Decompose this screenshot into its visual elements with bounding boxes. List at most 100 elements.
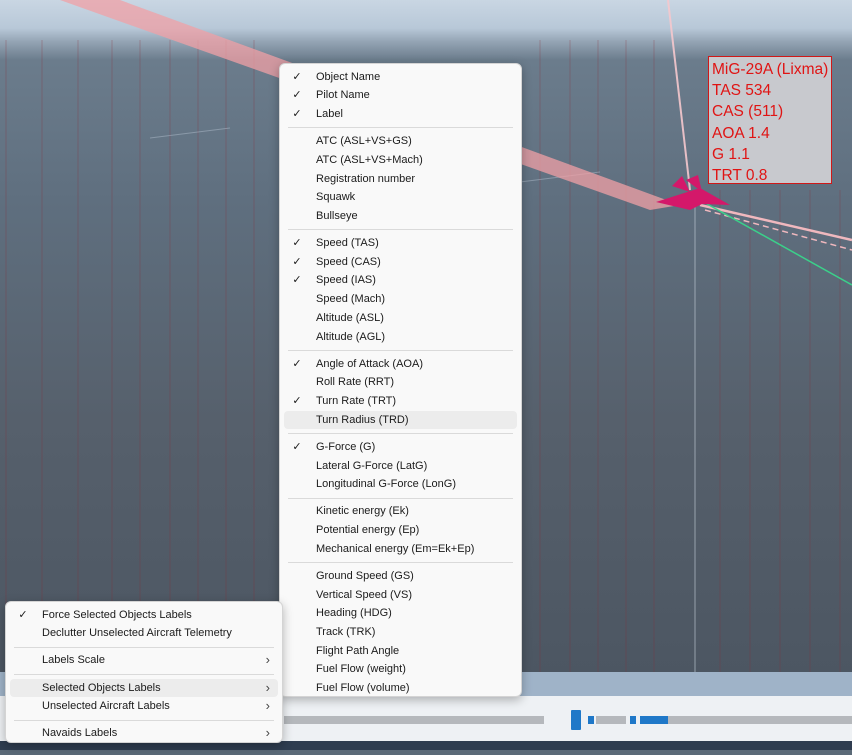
menu-item-label: Label <box>316 107 343 120</box>
menu-item-label: Speed (Mach) <box>316 293 386 306</box>
menu-item-fuel-flow-weight[interactable]: Fuel Flow (weight) <box>284 660 517 679</box>
checkmark-icon: ✓ <box>292 70 302 83</box>
menu-item-label: Force Selected Objects Labels <box>42 608 192 621</box>
menu-separator <box>288 349 513 351</box>
checkmark-icon: ✓ <box>292 89 302 102</box>
checkmark-icon: ✓ <box>292 357 302 370</box>
menu-item-label: Fuel Flow (weight) <box>316 663 406 676</box>
menu-item-unselected-aircraft-labels[interactable]: Unselected Aircraft Labels › <box>10 697 278 716</box>
menu-item-turn-radius-trd[interactable]: Turn Radius (TRD) <box>284 410 517 430</box>
menu-item-label: Turn Rate (TRT) <box>316 395 397 408</box>
menu-item-force-selected-objects-labels[interactable]: ✓ Force Selected Objects Labels <box>10 606 278 625</box>
chevron-right-icon: › <box>265 652 270 668</box>
menu-item-turn-rate-trt[interactable]: ✓ Turn Rate (TRT) <box>284 392 517 411</box>
menu-item-label: Bullseye <box>316 209 358 222</box>
menu-item-declutter-unselected-aircraft-telemetry[interactable]: Declutter Unselected Aircraft Telemetry <box>10 624 278 643</box>
menu-item-vertical-speed-vs[interactable]: Vertical Speed (VS) <box>284 586 517 605</box>
menu-item-label: Vertical Speed (VS) <box>316 588 412 601</box>
menu-item-object-name[interactable]: ✓ Object Name <box>284 68 517 87</box>
menu-item-label: Speed (TAS) <box>316 237 379 250</box>
telemetry-line: G 1.1 <box>712 145 750 163</box>
telemetry-line: TAS 534 <box>712 82 772 100</box>
checkmark-icon: ✓ <box>18 608 28 621</box>
menu-item-atc-asl-vs-mach[interactable]: ATC (ASL+VS+Mach) <box>284 151 517 170</box>
menu-item-labels-scale[interactable]: Labels Scale › <box>10 651 278 670</box>
menu-item-label: Lateral G-Force (LatG) <box>316 459 428 472</box>
menu-item-pilot-name[interactable]: ✓ Pilot Name <box>284 86 517 105</box>
menu-item-label: Fuel Flow (volume) <box>316 682 410 695</box>
menu-separator <box>288 127 513 129</box>
menu-item-label: Altitude (ASL) <box>316 311 384 324</box>
telemetry-line: CAS (511) <box>712 103 784 121</box>
aircraft-telemetry-label: MiG-29A (Lixma) TAS 534 CAS (511) AOA 1.… <box>708 56 832 184</box>
menu-item-label: Kinetic energy (Ek) <box>316 505 409 518</box>
checkmark-icon: ✓ <box>292 440 302 453</box>
checkmark-icon: ✓ <box>292 274 302 287</box>
menu-item-mechanical-energy-em-ek-ep[interactable]: Mechanical energy (Em=Ek+Ep) <box>284 540 517 559</box>
menu-item-speed-mach[interactable]: Speed (Mach) <box>284 290 517 309</box>
menu-item-heading-hdg[interactable]: Heading (HDG) <box>284 604 517 623</box>
menu-item-label: G-Force (G) <box>316 440 376 453</box>
menu-item-speed-tas[interactable]: ✓ Speed (TAS) <box>284 234 517 253</box>
menu-item-label: Turn Radius (TRD) <box>316 413 409 426</box>
checkmark-icon: ✓ <box>292 237 302 250</box>
chevron-right-icon: › <box>265 679 270 695</box>
menu-item-speed-cas[interactable]: ✓ Speed (CAS) <box>284 253 517 272</box>
checkmark-icon: ✓ <box>292 107 302 120</box>
menu-item-registration-number[interactable]: Registration number <box>284 170 517 189</box>
menu-item-label: Squawk <box>316 191 356 204</box>
menu-item-angle-of-attack-aoa[interactable]: ✓ Angle of Attack (AOA) <box>284 355 517 374</box>
chevron-right-icon: › <box>265 698 270 714</box>
menu-item-roll-rate-rrt[interactable]: Roll Rate (RRT) <box>284 373 517 392</box>
menu-separator <box>288 497 513 499</box>
menu-item-fuel-flow-volume[interactable]: Fuel Flow (volume) <box>284 679 517 698</box>
menu-item-label: Registration number <box>316 172 416 185</box>
menu-item-label: Declutter Unselected Aircraft Telemetry <box>42 627 232 640</box>
menu-separator <box>288 229 513 231</box>
menu-item-squawk[interactable]: Squawk <box>284 188 517 207</box>
menu-item-potential-energy-ep[interactable]: Potential energy (Ep) <box>284 521 517 540</box>
menu-item-kinetic-energy-ek[interactable]: Kinetic energy (Ek) <box>284 502 517 521</box>
menu-item-label: Altitude (AGL) <box>316 330 386 343</box>
menu-item-selected-objects-labels[interactable]: Selected Objects Labels › <box>10 678 278 698</box>
menu-separator <box>14 646 274 648</box>
menu-item-label: Speed (CAS) <box>316 255 381 268</box>
menu-item-label: Longitudinal G-Force (LonG) <box>316 478 457 491</box>
telemetry-line: TRT 0.8 <box>712 167 768 185</box>
menu-item-track-trk[interactable]: Track (TRK) <box>284 623 517 642</box>
menu-item-bullseye[interactable]: Bullseye <box>284 207 517 226</box>
menu-item-altitude-asl[interactable]: Altitude (ASL) <box>284 309 517 328</box>
selected-objects-labels-submenu: ✓ Object Name ✓ Pilot Name ✓ Label ATC (ASL+VS… <box>279 63 522 697</box>
menu-item-label: Mechanical energy (Em=Ek+Ep) <box>316 542 475 555</box>
menu-item-label: Flight Path Angle <box>316 644 400 657</box>
menu-separator <box>288 562 513 564</box>
menu-separator <box>14 719 274 721</box>
menu-item-label: Heading (HDG) <box>316 607 392 620</box>
labels-context-menu: ✓ Force Selected Objects Labels Declutter … <box>5 601 283 743</box>
menu-item-label: Pilot Name <box>316 89 370 102</box>
menu-item-lateral-g-force-latg[interactable]: Lateral G-Force (LatG) <box>284 457 517 476</box>
menu-item-label: Navaids Labels <box>42 727 118 740</box>
menu-item-label: Potential energy (Ep) <box>316 524 420 537</box>
menu-separator <box>14 673 274 675</box>
menu-item-longitudinal-g-force-long[interactable]: Longitudinal G-Force (LonG) <box>284 475 517 494</box>
menu-item-label: Labels Scale <box>42 654 105 667</box>
menu-item-label: Ground Speed (GS) <box>316 570 414 582</box>
chevron-right-icon: › <box>265 725 270 741</box>
menu-item-navaids-labels[interactable]: Navaids Labels › <box>10 724 278 743</box>
menu-item-ground-speed-gs[interactable]: Ground Speed (GS) <box>284 567 517 586</box>
menu-item-label[interactable]: ✓ Label <box>284 105 517 124</box>
menu-item-label: Unselected Aircraft Labels <box>42 700 170 713</box>
menu-item-label: Speed (IAS) <box>316 274 376 287</box>
menu-item-speed-ias[interactable]: ✓ Speed (IAS) <box>284 271 517 290</box>
menu-item-flight-path-angle[interactable]: Flight Path Angle <box>284 642 517 661</box>
menu-item-label: Track (TRK) <box>316 626 376 639</box>
menu-item-label: Roll Rate (RRT) <box>316 376 395 389</box>
menu-item-atc-asl-vs-gs[interactable]: ATC (ASL+VS+GS) <box>284 132 517 151</box>
menu-item-label: Selected Objects Labels <box>42 681 161 694</box>
menu-item-altitude-agl[interactable]: Altitude (AGL) <box>284 328 517 347</box>
menu-item-g-force-g[interactable]: ✓ G-Force (G) <box>284 438 517 457</box>
menu-item-label: ATC (ASL+VS+GS) <box>316 135 412 148</box>
telemetry-line: AOA 1.4 <box>712 124 770 142</box>
checkmark-icon: ✓ <box>292 395 302 408</box>
